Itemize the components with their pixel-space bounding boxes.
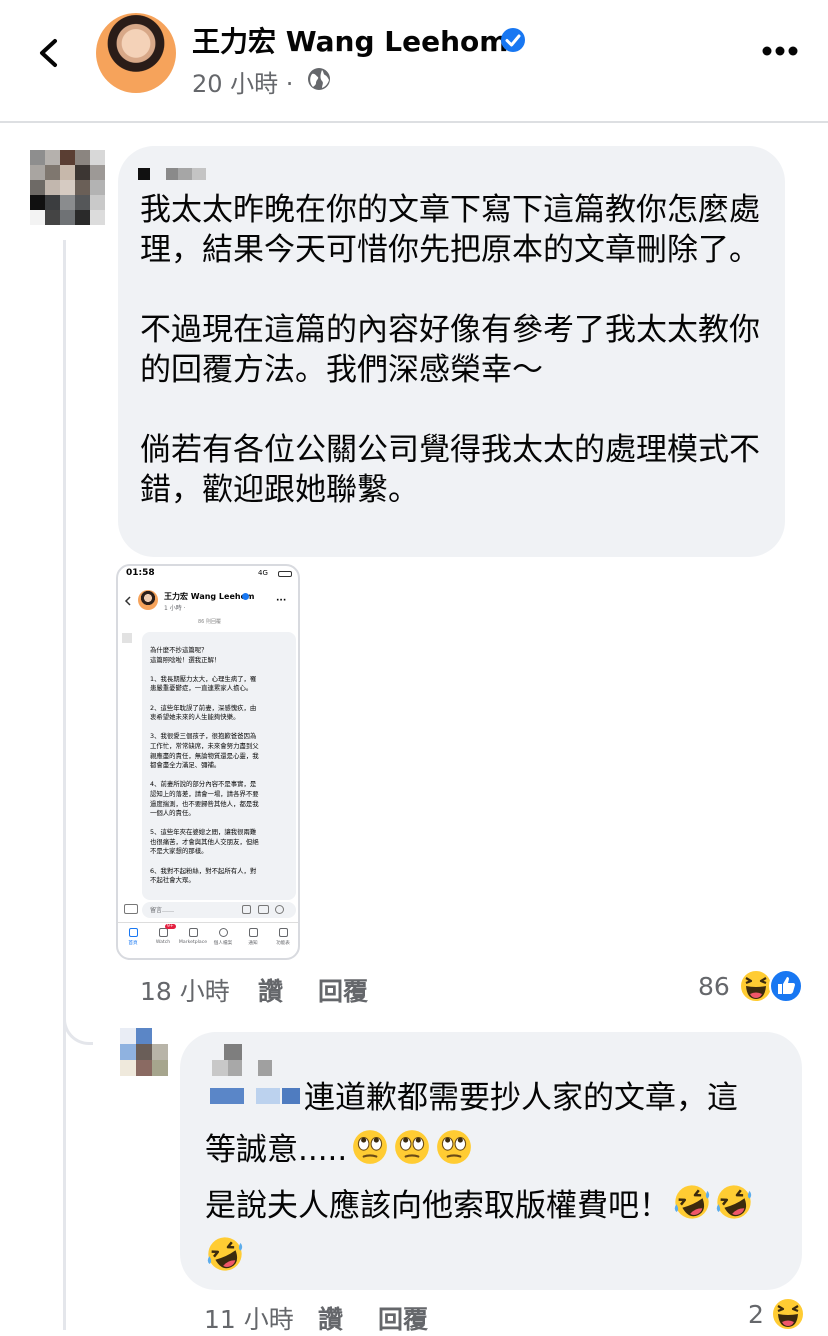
header-divider <box>0 121 828 123</box>
commenter-name[interactable] <box>138 166 218 182</box>
rolling-on-floor-laughing-emoji <box>674 1185 710 1219</box>
post-timestamp[interactable]: 20 小時 · <box>192 64 293 99</box>
thumb-nav-icon <box>278 928 288 937</box>
thumb-page-name: 王力宏 Wang Leehom <box>164 592 255 601</box>
reply-text-line-2: 等誠意..... <box>205 1128 473 1170</box>
thumb-text-line: 5、這些年夾在婆媳之間，讓我很兩難 <box>150 828 257 837</box>
thumb-text-line <box>150 694 296 704</box>
thumb-text-line <box>150 819 296 829</box>
thumb-text-line: 4、前妻所說的部分內容不是事實，是 <box>150 780 257 789</box>
thumb-nav-label: 首頁 <box>128 941 138 946</box>
thumb-nav-icon <box>218 928 228 937</box>
thumb-text-line: 患嚴重憂鬱症，一直連累家人擔心。 <box>150 684 253 693</box>
thumb-comment-text: 為什麼不抄這篇呢？ 這篇照唸啦！選我正解！ 1、我長期壓力太大，心理生病了，罹 患嚴重… <box>150 646 296 886</box>
thumb-nav-label: Watch <box>155 940 171 945</box>
attached-screenshot[interactable]: 01:58 4G 王力宏 Wang Leehom 1 小時 · ··· 86 則… <box>116 564 300 960</box>
thread-line <box>63 240 66 1330</box>
thumb-camera-icon <box>124 904 138 914</box>
thumb-emoji-icon <box>275 905 284 914</box>
reply-reaction-count[interactable]: 2 <box>748 1300 764 1329</box>
thumb-text-line: 不起社會大眾。 <box>150 876 195 885</box>
face-with-rolling-eyes-emoji <box>437 1130 472 1164</box>
rolling-on-floor-laughing-emoji <box>716 1185 752 1219</box>
thumb-text-line: 這篇照唸啦！選我正解！ <box>150 655 221 664</box>
page-name[interactable]: 王力宏 Wang Leehom <box>192 20 508 60</box>
thumb-nav-item: 個人檔案 <box>208 926 238 946</box>
reply-timestamp[interactable]: 11 小時 <box>204 1300 294 1336</box>
thumb-bottom-nav: 首頁 Watch 9+ Marketplace 個人檔案 通知 功能表 <box>118 924 298 958</box>
thumb-nav-label: 通知 <box>248 941 258 946</box>
thumb-text-line: 過度揣測，也不要歸咎其他人，都是我 <box>150 799 259 808</box>
like-reaction-icon[interactable] <box>768 968 804 1004</box>
thumb-text-line: 3、我很愛三個孩子，很抱歉爸爸因為 <box>150 732 257 741</box>
thumb-watch-badge: 9+ <box>165 924 176 929</box>
thumb-text-line: 一個人的責任。 <box>150 809 195 818</box>
reply-text-line-3: 是說夫人應該向他索取版權費吧！ <box>205 1182 754 1226</box>
page-avatar[interactable] <box>96 13 176 93</box>
back-icon[interactable] <box>34 38 64 68</box>
thumb-text-line: 6、我對不起粉絲，對不起所有人，對 <box>150 866 257 875</box>
thumb-gif-icon <box>258 905 269 914</box>
commenter-avatar[interactable] <box>30 150 105 225</box>
thumb-sticker-icon <box>242 905 251 914</box>
face-with-rolling-eyes-emoji <box>395 1130 430 1164</box>
thumb-text-line: 都會盡全力滿足、彌補。 <box>150 761 221 770</box>
reply-reply-button[interactable]: 回覆 <box>378 1300 428 1336</box>
globe-icon <box>308 68 330 90</box>
thumb-text-line <box>150 665 296 675</box>
thumb-nav-item: Watch 9+ <box>148 924 178 945</box>
status-time: 01:58 <box>126 568 155 578</box>
thumb-nav-label: Marketplace <box>178 940 208 945</box>
thumb-nav-divider <box>118 922 298 923</box>
reply-haha-reaction-icon[interactable] <box>770 1296 806 1332</box>
thumb-text-line: 親應盡的責任，無論物質還是心靈，我 <box>150 751 259 760</box>
thumb-text-line <box>150 857 296 867</box>
reaction-count[interactable]: 86 <box>698 972 730 1001</box>
replier-avatar[interactable] <box>120 1028 168 1076</box>
thumb-avatar <box>138 590 158 610</box>
more-icon[interactable] <box>762 45 798 57</box>
thumb-text-line: 衷希望她未來的人生能夠快樂。 <box>150 713 240 722</box>
thumb-nav-item: 功能表 <box>268 926 298 946</box>
replier-name[interactable] <box>206 1044 302 1108</box>
thumb-text-line <box>150 771 296 781</box>
like-button[interactable]: 讚 <box>258 972 283 1008</box>
thumb-commenter-avatar <box>122 633 132 643</box>
thumb-more-icon: ··· <box>276 596 287 606</box>
thumb-text-line: 不是大家想的那樣。 <box>150 847 208 856</box>
battery-icon <box>278 571 292 577</box>
thumb-nav-item: Marketplace <box>178 926 208 945</box>
thumb-text-line: 認知上的落差，請會一場，請各界不要 <box>150 789 259 798</box>
rolling-on-floor-laughing-emoji <box>207 1237 243 1271</box>
status-signal: 4G <box>258 569 268 577</box>
thumb-nav-icon <box>158 928 168 937</box>
comment-text: 我太太昨晚在你的文章下寫下這篇教你怎麼處理，結果今天可惜你先把原本的文章刪除了。… <box>140 192 760 508</box>
verified-icon <box>501 28 525 52</box>
reply-like-button[interactable]: 讚 <box>318 1300 343 1336</box>
thumb-text-line: 為什麼不抄這篇呢？ <box>150 646 208 654</box>
thumb-post-time: 1 小時 · <box>164 605 186 612</box>
thumb-nav-label: 功能表 <box>276 941 290 946</box>
thumb-comment-placeholder: 留言…… <box>150 907 175 914</box>
thumb-verified-icon <box>242 593 249 600</box>
thread-branch <box>63 985 93 1045</box>
thumb-nav-item: 通知 <box>238 926 268 946</box>
thumb-nav-item: 首頁 <box>118 926 148 946</box>
reply-text-line-4 <box>205 1234 245 1274</box>
reply-text-line-1: 連道歉都需要抄人家的文章，這 <box>304 1080 738 1116</box>
reply-button[interactable]: 回覆 <box>318 972 368 1008</box>
thumb-nav-icon <box>188 928 198 937</box>
thumb-nav-label: 個人檔案 <box>213 941 233 946</box>
thumb-text-line: 2、這些年耽誤了前妻，深感愧疚，由 <box>150 703 257 712</box>
thumb-nav-icon <box>248 928 258 937</box>
comment-timestamp[interactable]: 18 小時 <box>140 972 230 1008</box>
thumb-back-icon <box>124 596 131 606</box>
thumb-text-line <box>150 723 296 733</box>
thumb-text-line: 工作忙，常常缺席，未來會努力盡到父 <box>150 741 259 750</box>
face-with-rolling-eyes-emoji <box>353 1130 388 1164</box>
thumb-text-line: 1、我長期壓力太大，心理生病了，罹 <box>150 674 257 683</box>
thumb-nav-icon <box>128 928 138 937</box>
thumb-replies-label: 86 則回覆 <box>198 619 221 625</box>
